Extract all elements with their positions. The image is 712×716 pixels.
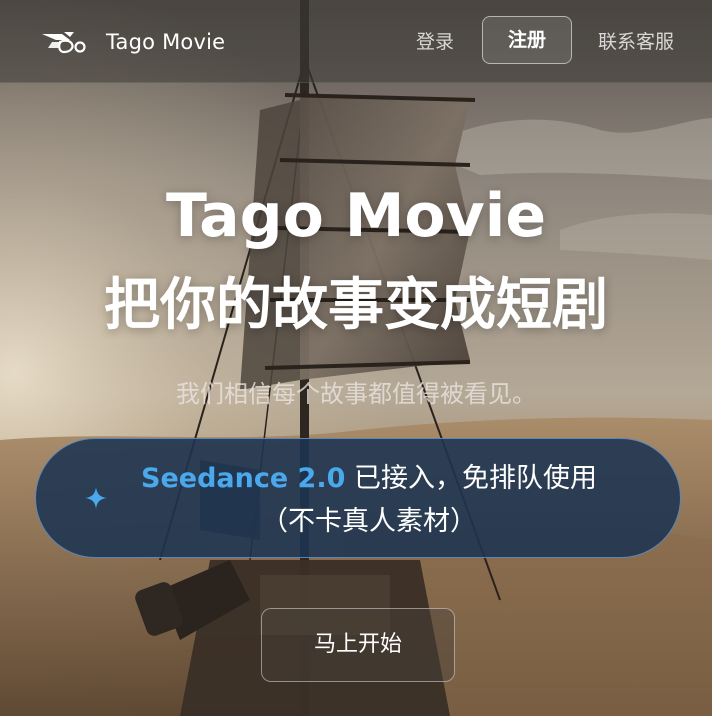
register-button[interactable]: 注册: [482, 16, 572, 64]
tago-logo-icon[interactable]: [40, 28, 90, 56]
hero-subtitle: 把你的故事变成短剧: [104, 273, 608, 338]
seedance-announcement-banner[interactable]: Seedance 2.0 已接入，免排队使用 （不卡真人素材）: [35, 438, 681, 558]
contact-support-link[interactable]: 联系客服: [598, 28, 674, 56]
top-navigation-bar: Tago Movie 登录 注册 联系客服: [0, 0, 712, 83]
landing-page: Tago Movie 登录 注册 联系客服 Tago Movie 把你的故事变成…: [0, 0, 712, 716]
announcement-highlight: Seedance 2.0: [141, 463, 346, 494]
hero-title: Tago Movie: [165, 181, 547, 251]
login-link[interactable]: 登录: [416, 28, 454, 56]
hero-tagline: 我们相信每个故事都值得被看见。: [176, 380, 536, 408]
announcement-note: （不卡真人素材）: [261, 506, 477, 537]
announcement-headline: Seedance 2.0 已接入，免排队使用: [36, 459, 682, 499]
brand-name[interactable]: Tago Movie: [106, 28, 225, 56]
get-started-button[interactable]: 马上开始: [261, 608, 455, 682]
announcement-text: 已接入，免排队使用: [345, 463, 597, 494]
